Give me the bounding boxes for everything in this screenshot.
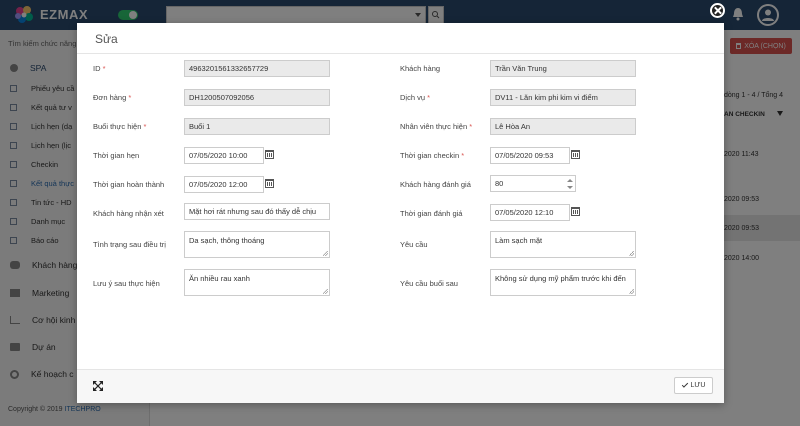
customer-label: Khách hàng [400,64,441,73]
calendar-icon[interactable] [265,150,274,159]
checkin-time-input[interactable]: 07/05/2020 09:53 [490,147,570,164]
save-button[interactable]: LƯU [674,377,713,394]
service-label: Dịch vụ * [400,93,431,102]
calendar-icon[interactable] [265,179,274,188]
id-label: ID * [93,64,106,73]
rating-time-label: Thời gian đánh giá [400,209,463,218]
edit-modal: Sửa ID * 4963201561332657729 Đơn hàng * … [77,23,724,403]
order-field[interactable]: DH1200507092056 [184,89,330,106]
session-field[interactable]: Buổi 1 [184,118,330,135]
rating-time-input[interactable]: 07/05/2020 12:10 [490,204,570,221]
number-spinner[interactable] [567,178,573,190]
next-request-label: Yêu cầu buổi sau [400,279,458,288]
check-icon [681,381,688,388]
rating-input[interactable]: 80 [490,175,576,192]
modal-title: Sửa [95,32,118,46]
skin-status-textarea[interactable]: Da sạch, thông thoáng [184,231,330,258]
rating-label: Khách hàng đánh giá [400,180,471,189]
completion-time-label: Thời gian hoàn thành [93,180,165,189]
completion-time-input[interactable]: 07/05/2020 12:00 [184,176,264,193]
calendar-icon[interactable] [571,207,580,216]
staff-field[interactable]: Lê Hòa An [490,118,636,135]
checkin-time-label: Thời gian checkin * [400,151,465,160]
customer-comment-input[interactable]: Mặt hơi rát nhưng sau đó thấy dễ chịu [184,203,330,220]
next-request-textarea[interactable]: Không sử dụng mỹ phẩm trước khi đến [490,269,636,296]
calendar-icon[interactable] [571,150,580,159]
session-label: Buổi thực hiện * [93,122,147,131]
appointment-time-label: Thời gian hẹn [93,151,140,160]
expand-icon[interactable] [93,381,103,391]
customer-comment-label: Khách hàng nhận xét [93,209,164,218]
modal-footer [77,369,724,403]
appointment-time-input[interactable]: 07/05/2020 10:00 [184,147,264,164]
order-label: Đơn hàng * [93,93,132,102]
close-icon[interactable] [710,3,725,18]
service-field[interactable]: DV11 - Lăn kim phi kim vi điểm [490,89,636,106]
post-note-label: Lưu ý sau thực hiện [93,279,160,288]
request-textarea[interactable]: Làm sạch mặt [490,231,636,258]
post-note-textarea[interactable]: Ăn nhiều rau xanh [184,269,330,296]
modal-divider [77,53,724,54]
staff-label: Nhân viên thực hiện * [400,122,473,131]
skin-status-label: Tình trạng sau điều trị [93,240,166,249]
request-label: Yêu cầu [400,240,428,249]
customer-field[interactable]: Trần Văn Trung [490,60,636,77]
id-field[interactable]: 4963201561332657729 [184,60,330,77]
